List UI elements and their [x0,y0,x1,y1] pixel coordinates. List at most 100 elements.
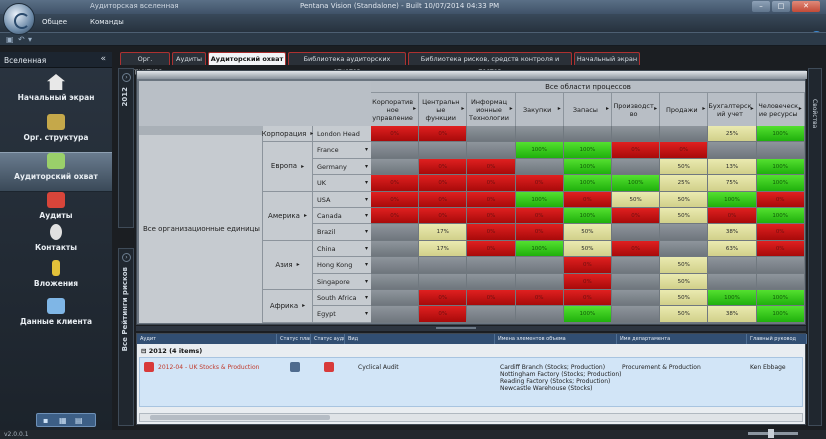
coverage-cell[interactable] [756,142,805,159]
coverage-cell[interactable] [660,224,709,241]
coverage-cell[interactable] [612,306,661,323]
table-row[interactable]: 2012-04 - UK Stocks & Production Cyclica… [139,357,803,407]
coverage-cell[interactable]: 100% [563,208,612,225]
undo-icon[interactable]: ↶ [18,35,25,44]
coverage-cell[interactable]: 0% [419,290,468,307]
org-unit-label[interactable]: China ▾ [313,240,371,258]
coverage-cell[interactable]: 100% [708,290,757,307]
coverage-cell[interactable]: 0% [563,273,612,290]
coverage-cell[interactable]: 50% [612,191,661,208]
tab-audits[interactable]: Аудиты [172,52,206,65]
coverage-cell[interactable]: 100% [756,158,805,176]
coverage-cell[interactable]: 0% [515,290,564,307]
coverage-cell[interactable] [660,240,709,258]
nav-contacts[interactable]: Контакты [0,224,112,264]
coverage-cell[interactable]: 0% [660,142,709,159]
coverage-cell[interactable]: 100% [756,175,805,192]
tab-start-screen[interactable]: Начальный экран [574,52,640,65]
coverage-cell[interactable]: 0% [612,240,661,258]
coverage-cell[interactable]: 0% [419,306,468,323]
col-audit[interactable]: Аудит [137,334,277,344]
coverage-cell[interactable]: 17% [419,240,468,258]
coverage-cell[interactable] [515,306,564,323]
process-column-header[interactable]: Закупки [515,93,564,126]
coverage-cell[interactable] [419,257,468,274]
coverage-cell[interactable]: 50% [660,257,709,274]
coverage-cell[interactable]: 63% [708,240,757,258]
chevron-down-icon[interactable]: ▾ [365,159,368,175]
coverage-cell[interactable]: 0% [612,142,661,159]
coverage-cell[interactable] [708,273,757,290]
coverage-cell[interactable]: 0% [467,208,516,225]
coverage-cell[interactable] [467,306,516,323]
coverage-cell[interactable]: 100% [756,208,805,225]
horizontal-scrollbar[interactable] [139,413,803,422]
maximize-button[interactable]: □ [772,1,790,12]
org-unit-label[interactable]: Canada ▾ [313,208,371,225]
coverage-cell[interactable]: 38% [708,224,757,241]
org-unit-label[interactable]: Brazil ▾ [313,224,371,241]
coverage-cell[interactable]: 50% [563,224,612,241]
coverage-cell[interactable] [371,290,420,307]
coverage-cell[interactable]: 0% [756,191,805,208]
chevron-down-icon[interactable]: ▾ [365,175,368,191]
coverage-cell[interactable]: 0% [515,224,564,241]
chevron-down-icon[interactable]: ▾ [365,306,368,322]
coverage-cell[interactable]: 0% [467,224,516,241]
coverage-cell[interactable] [371,273,420,290]
coverage-cell[interactable]: 0% [371,191,420,208]
coverage-cell[interactable] [371,224,420,241]
coverage-cell[interactable]: 100% [515,142,564,159]
coverage-cell[interactable] [371,240,420,258]
coverage-cell[interactable] [371,306,420,323]
coverage-cell[interactable]: 0% [467,158,516,176]
coverage-cell[interactable] [515,126,564,143]
process-column-header[interactable]: Человеческ ие ресурсы [756,93,805,126]
coverage-cell[interactable]: 50% [660,208,709,225]
region-label[interactable]: Корпорация [262,126,313,143]
qat-dropdown-icon[interactable]: ▾ [28,35,32,44]
coverage-cell[interactable]: 75% [708,175,757,192]
tab-audit-reports-library[interactable]: Библиотека аудиторских отчетов [288,52,406,75]
nav-org-structure[interactable]: Орг. структура [0,114,112,154]
coverage-cell[interactable]: 0% [467,290,516,307]
coverage-cell[interactable]: 0% [563,257,612,274]
coverage-cell[interactable] [467,273,516,290]
tab-risk-control-library[interactable]: Библиотека рисков, средств контроля и те… [408,52,572,75]
coverage-cell[interactable]: 25% [660,175,709,192]
coverage-cell[interactable] [467,126,516,143]
scrollbar-thumb[interactable] [150,415,330,420]
chevron-down-icon[interactable]: ▾ [365,274,368,290]
coverage-cell[interactable]: 50% [660,306,709,323]
col-plan-status[interactable]: Статус план [277,334,311,344]
coverage-cell[interactable] [467,257,516,274]
coverage-cell[interactable] [612,126,661,143]
coverage-cell[interactable] [515,273,564,290]
region-label[interactable]: Америка [263,191,313,241]
tiles-view-icon[interactable]: ▤ [75,416,83,425]
coverage-cell[interactable] [419,273,468,290]
collapse-group-icon[interactable]: ⊟ [141,347,149,355]
menu-general[interactable]: Общее [42,18,67,26]
process-column-header[interactable]: Информац ионные Технологии [467,93,516,126]
all-org-units-label[interactable]: Все организационные единицы [139,135,263,323]
coverage-cell[interactable]: 0% [756,224,805,241]
coverage-cell[interactable] [612,158,661,176]
coverage-cell[interactable]: 0% [419,208,468,225]
coverage-cell[interactable]: 0% [419,158,468,176]
coverage-cell[interactable] [371,142,420,159]
coverage-cell[interactable] [371,158,420,176]
coverage-cell[interactable]: 0% [467,191,516,208]
coverage-cell[interactable]: 0% [467,240,516,258]
coverage-cell[interactable] [371,257,420,274]
process-column-header[interactable]: Центральн ые функции [419,93,468,126]
org-unit-label[interactable]: Hong Kong ▾ [313,257,371,274]
coverage-cell[interactable]: 13% [708,158,757,176]
zoom-slider[interactable] [748,429,798,438]
panel-splitter[interactable] [136,326,806,331]
coverage-cell[interactable] [756,273,805,290]
coverage-cell[interactable]: 0% [419,175,468,192]
coverage-cell[interactable] [515,257,564,274]
org-unit-label[interactable]: France ▾ [313,142,371,159]
coverage-cell[interactable]: 50% [660,273,709,290]
